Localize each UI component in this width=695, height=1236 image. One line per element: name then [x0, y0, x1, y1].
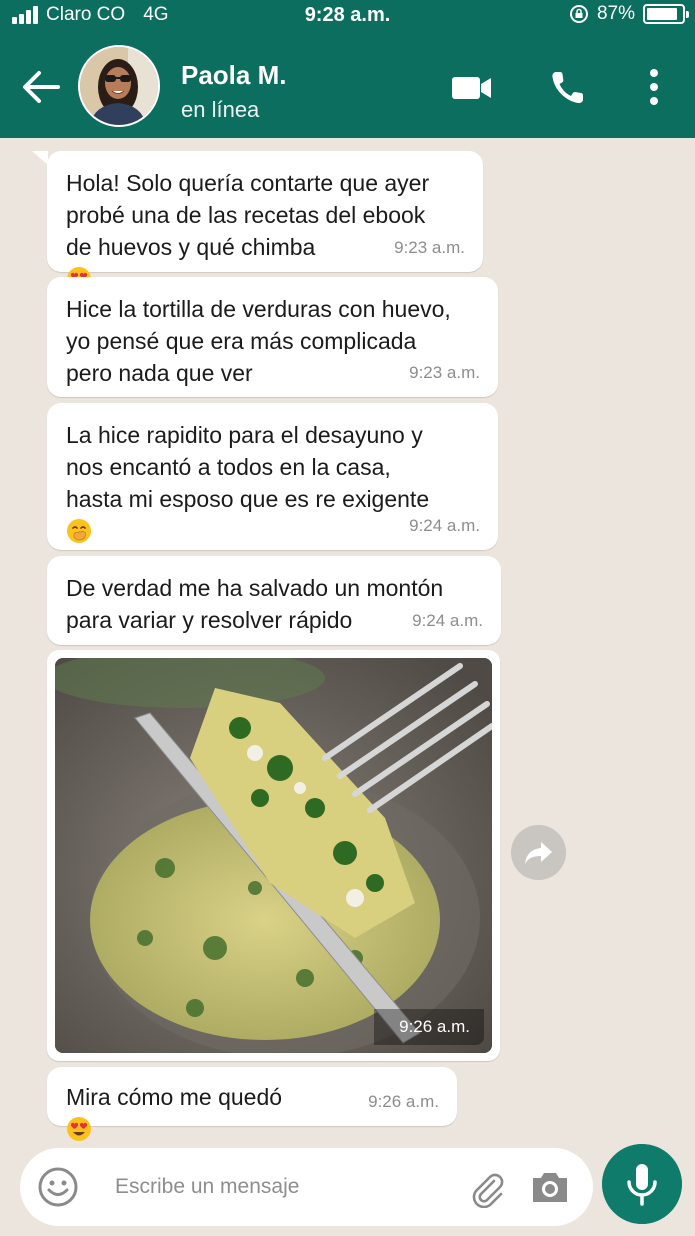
forward-icon[interactable] — [511, 825, 566, 880]
bubble-tail — [32, 151, 48, 165]
tortilla-photo[interactable]: 9:26 a.m. — [55, 658, 492, 1053]
more-options-icon[interactable] — [634, 68, 674, 108]
contact-status: en línea — [181, 97, 260, 122]
chat-header: Claro CO 4G 9:28 a.m. 87% Paola M. en lí… — [0, 0, 695, 138]
image-time: 9:26 a.m. — [374, 1009, 484, 1045]
message-bubble[interactable]: La hice rapidito para el desayuno y nos … — [47, 403, 498, 550]
message-time: 9:24 a.m. — [412, 611, 483, 630]
battery-percent: 87% — [596, 3, 635, 24]
contact-name[interactable]: Paola M. — [181, 60, 286, 91]
message-bubble[interactable]: Hola! Solo quería contarte que ayer prob… — [47, 151, 483, 291]
hand-over-mouth-emoji-icon — [67, 519, 91, 543]
camera-icon[interactable] — [529, 1168, 571, 1206]
emoji-icon[interactable] — [37, 1166, 79, 1208]
message-time: 9:23 a.m. — [409, 363, 480, 382]
rotation-lock-icon — [569, 5, 588, 23]
message-text: Mira cómo me quedó — [66, 1084, 283, 1110]
message-input-bar[interactable]: Escribe un mensaje — [20, 1148, 593, 1226]
message-bubble[interactable]: Mira cómo me quedó 9:26 a.m. — [47, 1067, 457, 1141]
message-bubble[interactable]: Hice la tortilla de verduras con huevo, … — [47, 277, 498, 397]
message-time: 9:24 a.m. — [409, 516, 480, 535]
status-bar: Claro CO 4G 9:28 a.m. 87% — [0, 0, 695, 32]
message-time: 9:23 a.m. — [394, 238, 465, 257]
message-text: La hice rapidito para el desayuno y nos … — [66, 422, 430, 512]
back-arrow-icon[interactable] — [20, 66, 62, 108]
avatar[interactable] — [78, 45, 160, 127]
image-message[interactable]: 9:26 a.m. — [47, 650, 500, 1061]
video-call-icon[interactable] — [450, 68, 494, 108]
message-text: Hola! Solo quería contarte que ayer prob… — [66, 170, 430, 260]
message-time: 9:26 a.m. — [368, 1092, 439, 1111]
microphone-icon[interactable] — [602, 1144, 682, 1224]
message-input[interactable]: Escribe un mensaje — [115, 1175, 299, 1199]
message-bubble[interactable]: De verdad me ha salvado un montón para v… — [47, 556, 501, 645]
heart-eyes-emoji-icon — [67, 1117, 91, 1141]
phone-call-icon[interactable] — [548, 68, 592, 108]
attach-icon[interactable] — [467, 1168, 507, 1208]
battery-icon — [643, 4, 689, 24]
